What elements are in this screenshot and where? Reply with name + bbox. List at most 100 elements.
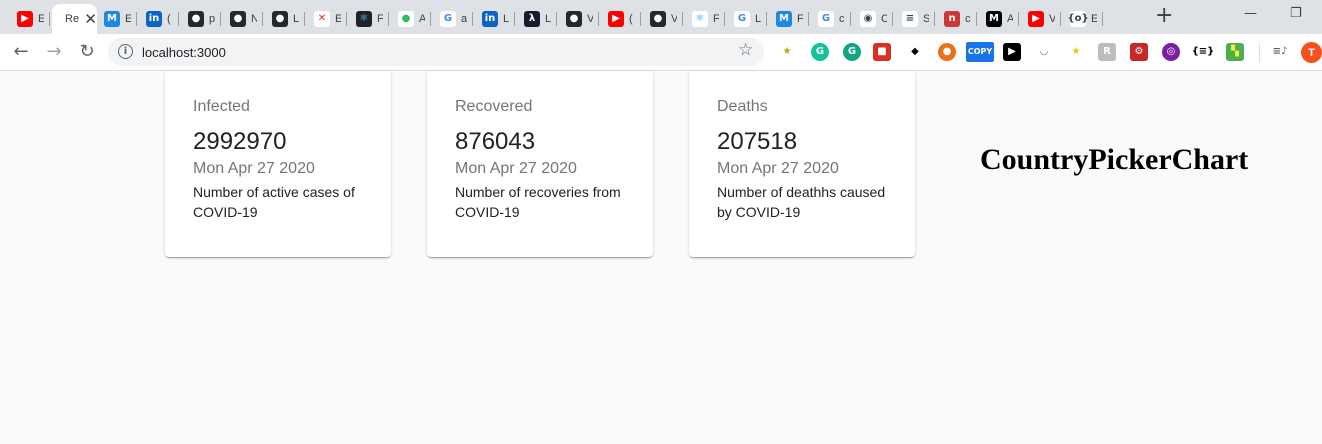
browser-tab[interactable]: Ga — [433, 4, 473, 34]
browser-tab[interactable]: {o} E — [1063, 4, 1103, 34]
browser-tab[interactable]: ▶( — [601, 4, 641, 34]
dark-mode-extension-icon[interactable]: ◆ — [906, 43, 924, 61]
json-extension-icon[interactable]: {≡} — [1192, 43, 1214, 61]
recovered-card: Recovered 876043 Mon Apr 27 2020 Number … — [427, 71, 653, 257]
browser-tab[interactable]: ▶ E — [10, 4, 50, 34]
basketball-extension-icon[interactable]: ● — [938, 43, 956, 61]
site-info-icon[interactable]: i — [118, 44, 133, 59]
country-picker-chart-heading: CountryPickerChart — [980, 143, 1249, 176]
address-bar[interactable]: i localhost:3000 ☆ — [108, 38, 764, 66]
copy-extension-icon[interactable]: COPY — [966, 42, 994, 62]
grammarly-icon[interactable]: G — [811, 43, 829, 61]
card-description: Number of recoveries from COVID-19 — [455, 184, 621, 220]
card-date: Mon Apr 27 2020 — [717, 160, 839, 177]
browser-tab[interactable]: GL — [727, 4, 767, 34]
new-tab-button[interactable]: + — [1155, 5, 1173, 27]
profile-avatar[interactable]: T — [1301, 42, 1322, 63]
browser-tab[interactable]: ● V — [643, 4, 683, 34]
browser-tab[interactable]: ◉ C — [853, 4, 893, 34]
bookmark-star-icon[interactable]: ☆ — [738, 42, 753, 59]
infected-card: Infected 2992970 Mon Apr 27 2020 Number … — [165, 71, 391, 257]
browser-tab[interactable]: λL — [517, 4, 557, 34]
browser-tab[interactable]: ≡ S — [895, 4, 935, 34]
tab-separator — [598, 12, 599, 26]
url-text[interactable]: localhost:3000 — [142, 45, 226, 60]
tab-title: V — [671, 13, 677, 25]
browser-tab[interactable]: ● A — [391, 4, 431, 34]
tab-separator — [808, 12, 809, 26]
youtube-icon: ▶ — [608, 11, 624, 27]
document-icon: ≡ — [902, 11, 918, 27]
tab-title: C — [881, 13, 887, 25]
google-icon: G — [818, 11, 834, 27]
toolbar-divider — [1259, 44, 1260, 62]
tab-separator — [1060, 12, 1061, 26]
tab-separator — [934, 12, 935, 26]
tab-title: A — [1007, 13, 1013, 25]
browser-tab[interactable]: ME — [97, 4, 137, 34]
github-icon: ● — [188, 11, 204, 27]
tab-separator — [388, 12, 389, 26]
card-title: Infected — [193, 98, 250, 115]
tab-title: N — [251, 13, 257, 25]
mui-icon: M — [104, 11, 120, 27]
star-extension-icon[interactable]: ★ — [1067, 43, 1085, 61]
browser-tab[interactable]: ● N — [223, 4, 263, 34]
react-devtools-icon[interactable]: ⚙ — [1130, 43, 1148, 61]
browser-tab[interactable]: Gc — [811, 4, 851, 34]
browser-tab[interactable]: MF — [769, 4, 809, 34]
browser-tab[interactable]: ● L — [265, 4, 305, 34]
tab-title: L — [503, 13, 509, 25]
tab-separator — [640, 12, 641, 26]
browser-tab[interactable]: ⚛ F — [349, 4, 389, 34]
card-description: Number of deathhs caused by COVID-19 — [717, 184, 886, 220]
play-extension-icon[interactable]: ▶ — [1003, 43, 1021, 61]
youtube-icon: ▶ — [1028, 11, 1044, 27]
color-picker-extension-icon[interactable]: ▚ — [1226, 43, 1244, 61]
browser-tab[interactable]: in ( — [139, 4, 179, 34]
browser-tab[interactable]: ✕ E — [307, 4, 347, 34]
tab-title: a — [461, 13, 467, 25]
browser-tab[interactable]: nc — [937, 4, 977, 34]
tab-separator — [556, 12, 557, 26]
browser-tab[interactable]: ⚛ F — [685, 4, 725, 34]
close-tab-icon[interactable]: ✕ — [84, 12, 97, 27]
browser-tab[interactable]: ▶ V — [1021, 4, 1061, 34]
tab-title: L — [755, 13, 761, 25]
tab-separator — [220, 12, 221, 26]
media-queue-icon[interactable]: ≡♪ — [1271, 43, 1289, 61]
tab-separator — [136, 12, 137, 26]
tab-separator — [430, 12, 431, 26]
grammarly-icon[interactable]: G — [843, 43, 861, 61]
browser-tab[interactable]: MA — [979, 4, 1019, 34]
card-value: 876043 — [455, 128, 536, 155]
browser-tab[interactable]: Re ✕ — [52, 4, 97, 34]
react-icon: ⚛ — [692, 11, 708, 27]
bookmark-extension-icon[interactable]: ■ — [873, 43, 891, 61]
linkedin-icon: in — [146, 11, 162, 27]
tab-title: V — [1049, 13, 1055, 25]
browser-tab[interactable]: ● V — [559, 4, 599, 34]
browser-tab[interactable]: ● p — [181, 4, 221, 34]
forward-button[interactable]: → — [43, 41, 65, 63]
globe-icon: ◉ — [860, 11, 876, 27]
tower-icon: ✕ — [314, 11, 330, 27]
tab-separator — [178, 12, 179, 26]
tab-title: E — [38, 13, 44, 25]
reader-extension-icon[interactable]: R — [1098, 43, 1116, 61]
pocket-icon[interactable]: ◡ — [1035, 43, 1053, 61]
minimize-button[interactable]: — — [1244, 6, 1257, 21]
tab-title: L — [293, 13, 299, 25]
tab-title: E — [125, 13, 131, 25]
reload-button[interactable]: ↻ — [76, 41, 98, 63]
restore-button[interactable]: ❐ — [1290, 6, 1302, 21]
react-icon: ⚛ — [356, 11, 372, 27]
tab-separator — [892, 12, 893, 26]
tab-title: F — [377, 13, 383, 25]
star-extension-icon[interactable]: ★ — [778, 43, 796, 61]
tab-title: c — [965, 13, 971, 25]
onion-extension-icon[interactable]: ◎ — [1162, 43, 1180, 61]
browser-tab[interactable]: in L — [475, 4, 515, 34]
back-button[interactable]: ← — [10, 41, 32, 63]
medium-icon: M — [986, 11, 1002, 27]
